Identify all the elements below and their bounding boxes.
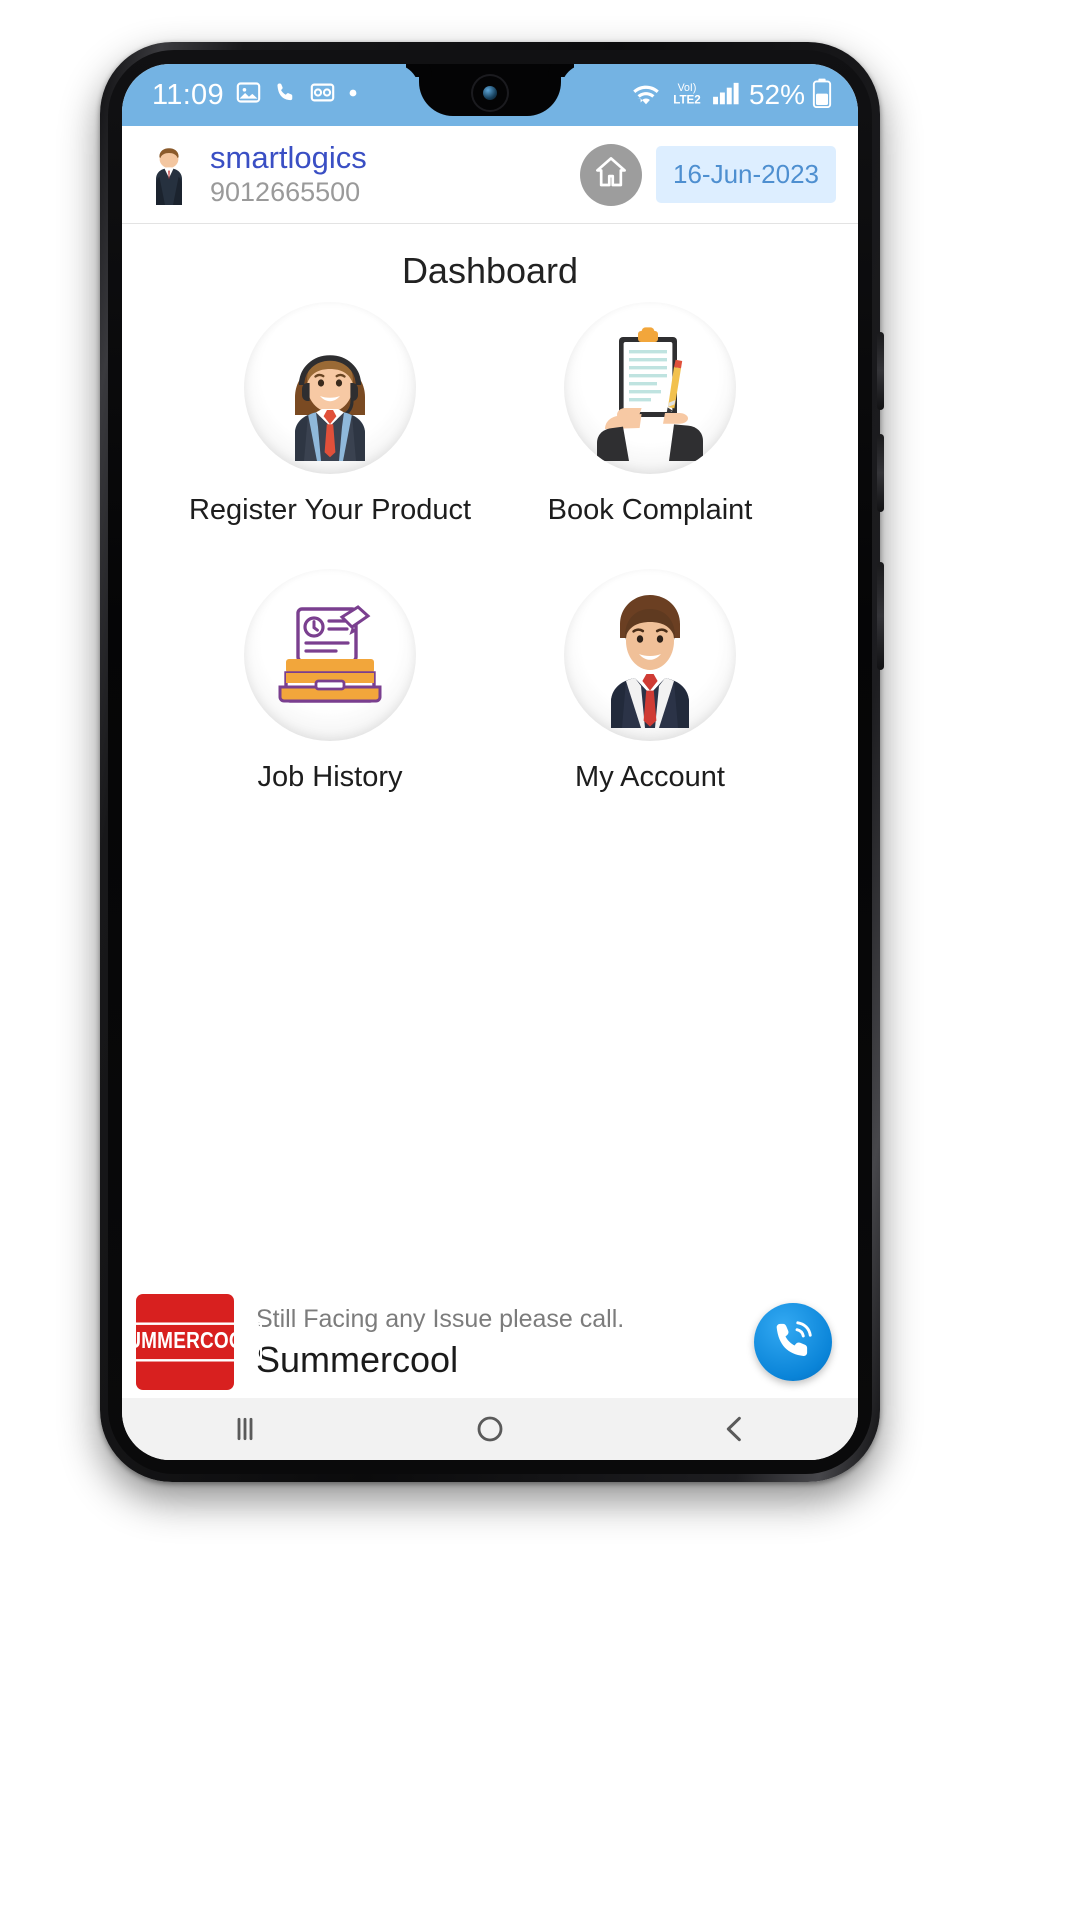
dashboard-tile-register-your-product[interactable]: Register Your Product [170, 302, 490, 527]
dot-icon [347, 86, 359, 104]
user-phone-label: 9012665500 [210, 176, 361, 207]
home-button[interactable] [415, 1398, 565, 1460]
phone-device-frame: 11:09 VoI) LTE2 52% smartlogics 90126655… [100, 42, 884, 1482]
phone-screen: 11:09 VoI) LTE2 52% smartlogics 90126655… [122, 64, 858, 1460]
job-history-icon-circle [244, 569, 416, 741]
summercool-logo-text: SUMMERCOOL [122, 1322, 262, 1362]
support-banner: SUMMERCOOL Still Facing any Issue please… [122, 1286, 858, 1398]
banner-title: Summercool [256, 1339, 459, 1381]
volume-down-button[interactable] [877, 434, 884, 512]
voicemail-icon [309, 79, 336, 111]
phone-call-icon [771, 1318, 815, 1367]
clipboard-pencil-icon [575, 311, 725, 466]
my-account-icon-circle [564, 569, 736, 741]
status-bar-left: 11:09 [152, 79, 359, 112]
dashboard-tile-label: Register Your Product [188, 494, 472, 526]
support-agent-headset-icon [255, 311, 405, 466]
phone-call-icon [273, 80, 298, 110]
home-button[interactable] [580, 143, 642, 206]
dashboard-tile-job-history[interactable]: Job History [170, 569, 490, 794]
businessman-avatar-icon [575, 578, 725, 733]
camera-notch [419, 64, 561, 116]
battery-icon [812, 78, 832, 113]
avatar [146, 145, 192, 205]
book-complaint-icon-circle [564, 302, 736, 474]
dashboard-tile-label: Book Complaint [547, 494, 753, 526]
battery-percent-label: 52% [748, 79, 805, 110]
signal-bars-icon [712, 79, 742, 111]
status-bar-clock: 11:09 [152, 78, 224, 111]
svg-text:LTE2: LTE2 [673, 93, 701, 106]
front-camera-icon [473, 76, 507, 110]
register-product-icon-circle [244, 302, 416, 474]
archive-document-icon [264, 587, 396, 724]
recent-apps-button[interactable] [170, 1398, 320, 1460]
volume-up-button[interactable] [877, 332, 884, 410]
status-bar: 11:09 VoI) LTE2 52% [122, 64, 858, 126]
screenshot-root: 11:09 VoI) LTE2 52% smartlogics 90126655… [0, 0, 1080, 1920]
user-name-label: smartlogics [210, 140, 367, 176]
status-bar-right: VoI) LTE2 52% [630, 78, 832, 113]
image-icon [235, 79, 262, 111]
banner-subtitle: Still Facing any Issue please call. [256, 1305, 625, 1334]
date-badge[interactable]: 16-Jun-2023 [656, 146, 836, 203]
banner-text-block: Still Facing any Issue please call. Summ… [234, 1304, 754, 1380]
power-button[interactable] [877, 562, 884, 670]
android-navigation-bar [122, 1398, 858, 1460]
dashboard-tile-my-account[interactable]: My Account [490, 569, 810, 794]
summercool-logo: SUMMERCOOL [122, 1294, 262, 1390]
app-header: smartlogics 9012665500 16-Jun-2023 [122, 126, 858, 224]
user-info: smartlogics 9012665500 [210, 141, 580, 208]
dashboard-tile-label: My Account [575, 761, 725, 793]
back-button[interactable] [660, 1398, 810, 1460]
volte-icon: VoI) LTE2 [669, 78, 705, 113]
camera-lens [483, 86, 497, 100]
wifi-icon [630, 79, 662, 112]
dashboard-tile-book-complaint[interactable]: Book Complaint [490, 302, 810, 527]
svg-text:VoI): VoI) [678, 81, 697, 93]
call-support-button[interactable] [754, 1303, 832, 1381]
home-icon [592, 153, 630, 196]
dashboard-grid: Register Your Product Book Complaint Job… [122, 302, 858, 794]
page-title: Dashboard [401, 250, 579, 291]
dashboard-tile-label: Job History [257, 761, 403, 793]
